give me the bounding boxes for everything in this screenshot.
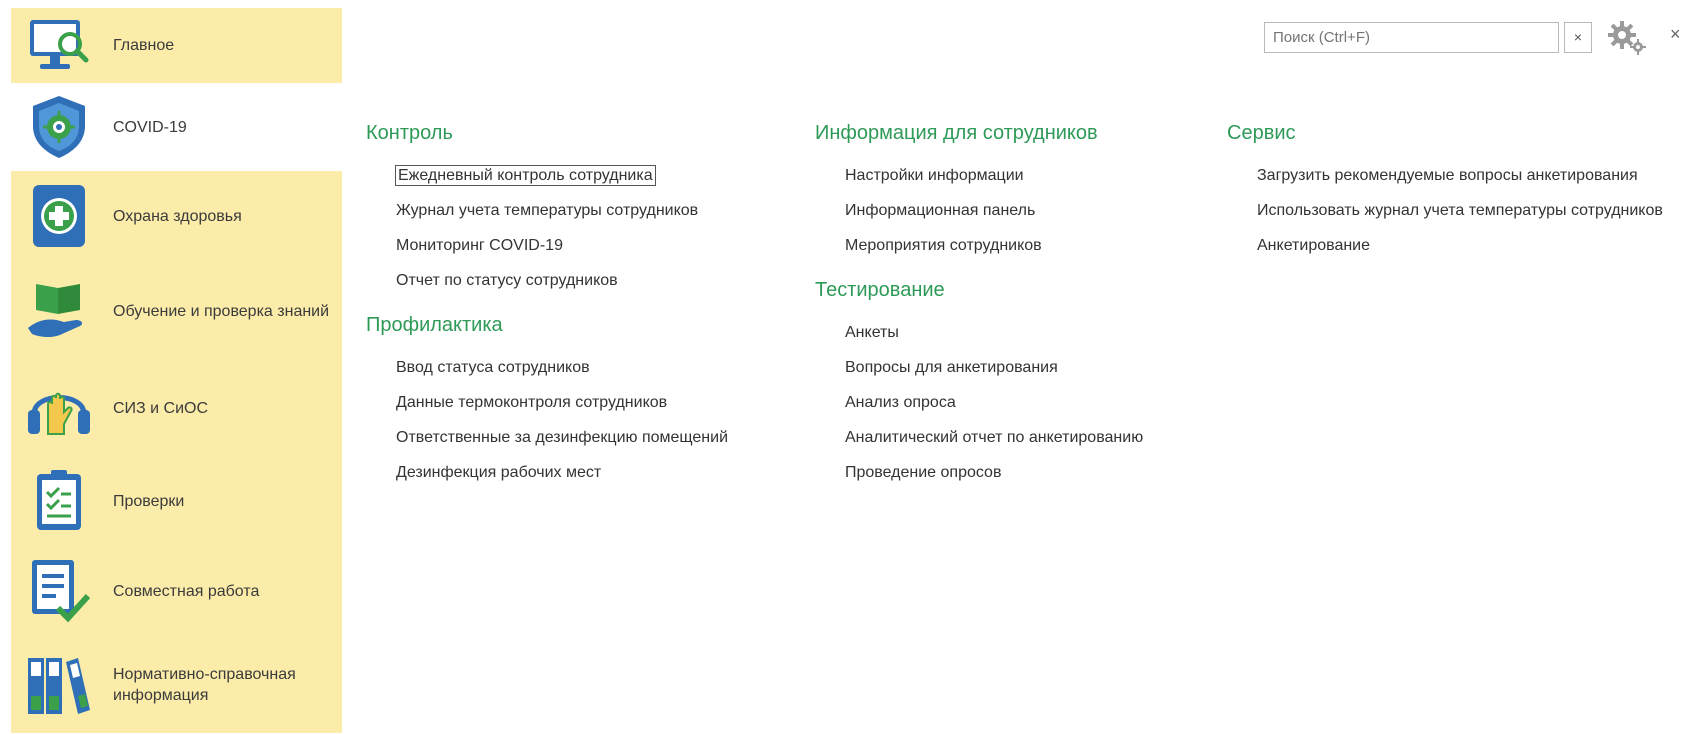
section-title-control: Контроль: [366, 122, 453, 144]
book-hand-icon: [23, 275, 95, 347]
shield-virus-icon: [23, 91, 95, 163]
sidebar-item-label: COVID-19: [113, 118, 187, 136]
link-thermo-data[interactable]: Данные термоконтроля сотрудников: [366, 385, 728, 420]
gear-icon: [1608, 21, 1646, 55]
sidebar-item-checks[interactable]: Проверки: [11, 456, 342, 546]
sidebar-item-label: Обучение и проверка знаний: [113, 302, 330, 320]
link-covid-monitoring[interactable]: Мониторинг COVID-19: [366, 228, 728, 263]
document-check-icon: [23, 555, 95, 627]
link-conduct-surveys[interactable]: Проведение опросов: [815, 455, 1143, 490]
main-panel: × × Контроль Ежедневный контроль сотрудн…: [342, 0, 1704, 734]
column-service: Сервис Загрузить рекомендуемые вопросы а…: [1227, 120, 1663, 263]
checklist-clipboard-icon: [23, 465, 95, 537]
search-clear-button[interactable]: ×: [1564, 22, 1592, 53]
monitor-search-icon: [23, 10, 95, 82]
link-info-panel[interactable]: Информационная панель: [815, 193, 1143, 228]
link-status-report[interactable]: Отчет по статусу сотрудников: [366, 263, 728, 298]
link-use-temperature-journal[interactable]: Использовать журнал учета температуры со…: [1227, 193, 1663, 228]
sidebar-item-label: Главное: [113, 37, 175, 54]
sidebar: Главное COVID-19 Охрана здоровья Обучени…: [11, 8, 342, 733]
link-disinfection-responsible[interactable]: Ответственные за дезинфекцию помещений: [366, 420, 728, 455]
sidebar-item-collab[interactable]: Совместная работа: [11, 546, 342, 636]
headphones-glove-icon: [23, 373, 95, 445]
link-employee-events[interactable]: Мероприятия сотрудников: [815, 228, 1143, 263]
sidebar-item-label: СИЗ и СиОС: [113, 400, 209, 417]
settings-button[interactable]: [1607, 20, 1647, 56]
sidebar-item-main[interactable]: Главное: [11, 8, 342, 83]
link-label: Ежедневный контроль сотрудника: [395, 165, 656, 186]
link-load-questions[interactable]: Загрузить рекомендуемые вопросы анкетиро…: [1227, 158, 1663, 193]
column-info: Информация для сотрудников Настройки инф…: [815, 120, 1143, 490]
close-button[interactable]: ×: [1670, 24, 1681, 45]
link-questionnaires[interactable]: Анкеты: [815, 315, 1143, 350]
section-title-service: Сервис: [1227, 122, 1296, 144]
section-title-prevention: Профилактика: [366, 314, 503, 336]
link-daily-control[interactable]: Ежедневный контроль сотрудника: [366, 158, 728, 193]
binders-icon: [23, 649, 95, 721]
link-temperature-journal[interactable]: Журнал учета температуры сотрудников: [366, 193, 728, 228]
link-surveying[interactable]: Анкетирование: [1227, 228, 1663, 263]
sidebar-item-covid[interactable]: COVID-19: [11, 83, 342, 171]
column-control: Контроль Ежедневный контроль сотрудника …: [366, 120, 728, 490]
link-status-input[interactable]: Ввод статуса сотрудников: [366, 350, 728, 385]
search-input[interactable]: [1264, 22, 1559, 53]
section-title-info: Информация для сотрудников: [815, 122, 1098, 144]
sidebar-item-ppe[interactable]: СИЗ и СиОС: [11, 361, 342, 456]
sidebar-item-health[interactable]: Охрана здоровья: [11, 171, 342, 261]
section-title-testing: Тестирование: [815, 279, 945, 301]
medical-plus-icon: [23, 180, 95, 252]
sidebar-item-label: Нормативно-справочная информация: [113, 665, 296, 704]
sidebar-item-training[interactable]: Обучение и проверка знаний: [11, 261, 342, 361]
link-analytical-report[interactable]: Аналитический отчет по анкетированию: [815, 420, 1143, 455]
link-survey-analysis[interactable]: Анализ опроса: [815, 385, 1143, 420]
sidebar-item-label: Охрана здоровья: [113, 207, 242, 225]
link-info-settings[interactable]: Настройки информации: [815, 158, 1143, 193]
link-workplace-disinfection[interactable]: Дезинфекция рабочих мест: [366, 455, 728, 490]
sidebar-item-reference[interactable]: Нормативно-справочная информация: [11, 636, 342, 733]
link-survey-questions[interactable]: Вопросы для анкетирования: [815, 350, 1143, 385]
sidebar-item-label: Совместная работа: [113, 582, 260, 600]
sidebar-item-label: Проверки: [113, 492, 185, 510]
